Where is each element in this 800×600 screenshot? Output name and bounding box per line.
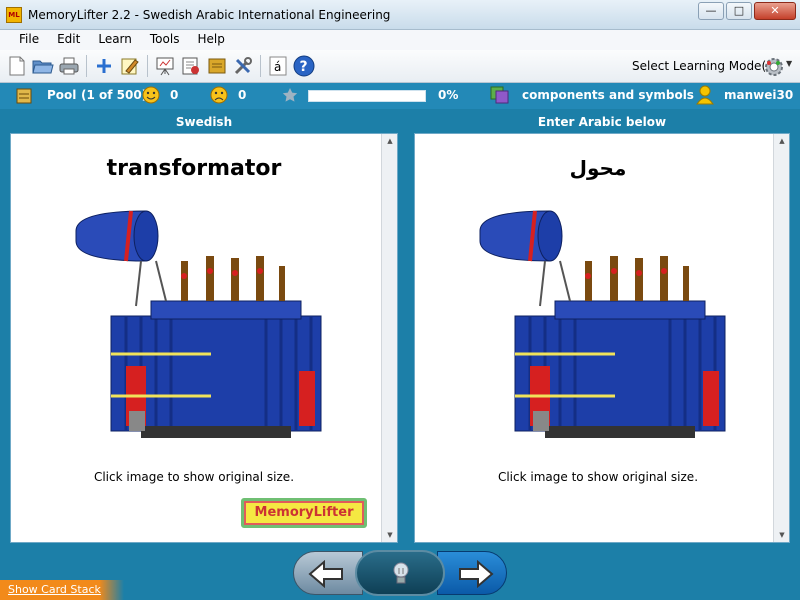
question-scrollbar[interactable]: ▲ ▼	[381, 134, 397, 542]
new-document-icon[interactable]	[6, 55, 28, 77]
lightbulb-icon	[393, 562, 409, 584]
hint-button[interactable]	[355, 550, 445, 596]
svg-text:?: ?	[300, 59, 308, 75]
show-card-stack-tab[interactable]: Show Card Stack	[0, 580, 124, 600]
menu-tools[interactable]: Tools	[141, 30, 189, 50]
answer-scrollbar[interactable]: ▲ ▼	[773, 134, 789, 542]
pool-count: (1 of 500)	[81, 88, 148, 102]
learning-mode-label[interactable]: Select Learning Mode(s)	[632, 59, 777, 73]
settings-tools-icon[interactable]	[232, 55, 254, 77]
pool-label: Pool	[47, 88, 77, 102]
toolbar-separator	[260, 55, 261, 77]
progress-bar	[308, 90, 426, 102]
close-button[interactable]: ✕	[754, 2, 796, 20]
star-icon	[282, 87, 298, 106]
svg-text:á: á	[274, 60, 281, 74]
answer-word: محول	[569, 156, 627, 180]
question-card: transformator Click image to show origin…	[10, 133, 398, 543]
show-card-stack-link[interactable]: Show Card Stack	[8, 583, 101, 596]
answer-header: Enter Arabic below	[537, 115, 667, 129]
scroll-down-icon[interactable]: ▼	[382, 528, 398, 542]
user-icon	[696, 85, 714, 108]
user-name[interactable]: manwei30	[724, 88, 793, 102]
gear-icon[interactable]	[763, 56, 785, 81]
logo-text-part2: Lifter	[313, 505, 354, 520]
card-stack-icon[interactable]	[206, 55, 228, 77]
menu-file[interactable]: File	[10, 30, 48, 50]
known-count: 0	[170, 88, 179, 102]
answer-card: محول Click image to show original size. …	[414, 133, 790, 543]
scroll-up-icon[interactable]: ▲	[774, 134, 790, 148]
toolbar-separator	[147, 55, 148, 77]
logo-text-part1: Memory	[254, 505, 314, 520]
scroll-down-icon[interactable]: ▼	[774, 528, 790, 542]
next-card-button[interactable]	[437, 551, 507, 595]
scroll-up-icon[interactable]: ▲	[382, 134, 398, 148]
chevron-down-icon[interactable]: ▼	[786, 59, 792, 68]
add-card-icon[interactable]	[93, 55, 115, 77]
minimize-button[interactable]: —	[698, 2, 724, 20]
smile-icon	[142, 86, 160, 107]
print-icon[interactable]	[58, 55, 80, 77]
transformer-image[interactable]	[71, 206, 331, 456]
maximize-button[interactable]: □	[726, 2, 752, 20]
pool-box-icon	[16, 88, 32, 107]
question-word: transformator	[106, 156, 282, 181]
menu-help[interactable]: Help	[188, 30, 233, 50]
open-folder-icon[interactable]	[32, 55, 54, 77]
previous-card-button[interactable]	[293, 551, 363, 595]
arrow-left-icon	[308, 560, 343, 588]
window-title: MemoryLifter 2.2 - Swedish Arabic Intern…	[28, 8, 391, 22]
toolbar-separator	[86, 55, 87, 77]
help-icon[interactable]: ?	[293, 55, 315, 77]
toolbar: á ? Select Learning Mode(s) ▼	[0, 50, 800, 83]
title-bar: ML MemoryLifter 2.2 - Swedish Arabic Int…	[0, 0, 800, 30]
question-header: Swedish	[175, 115, 233, 129]
menu-edit[interactable]: Edit	[48, 30, 89, 50]
unknown-count: 0	[238, 88, 247, 102]
edit-card-icon[interactable]	[119, 55, 141, 77]
app-icon: ML	[6, 7, 22, 23]
memorylifter-logo: MemoryLifter	[241, 498, 367, 528]
menu-bar: File Edit Learn Tools Help	[0, 30, 800, 50]
image-hint: Click image to show original size.	[497, 470, 699, 484]
menu-learn[interactable]: Learn	[89, 30, 141, 50]
frown-icon	[210, 86, 228, 107]
arrow-right-icon	[459, 560, 494, 588]
transformer-image[interactable]	[475, 206, 735, 456]
special-character-button[interactable]: á	[267, 55, 289, 77]
progress-percent: 0%	[438, 88, 459, 102]
image-hint: Click image to show original size.	[93, 470, 295, 484]
statistics-icon[interactable]	[180, 55, 202, 77]
presentation-icon[interactable]	[154, 55, 176, 77]
chapter-name[interactable]: components and symbols	[522, 88, 694, 102]
chapter-icon	[490, 86, 512, 109]
window-controls: — □ ✕	[698, 2, 796, 20]
